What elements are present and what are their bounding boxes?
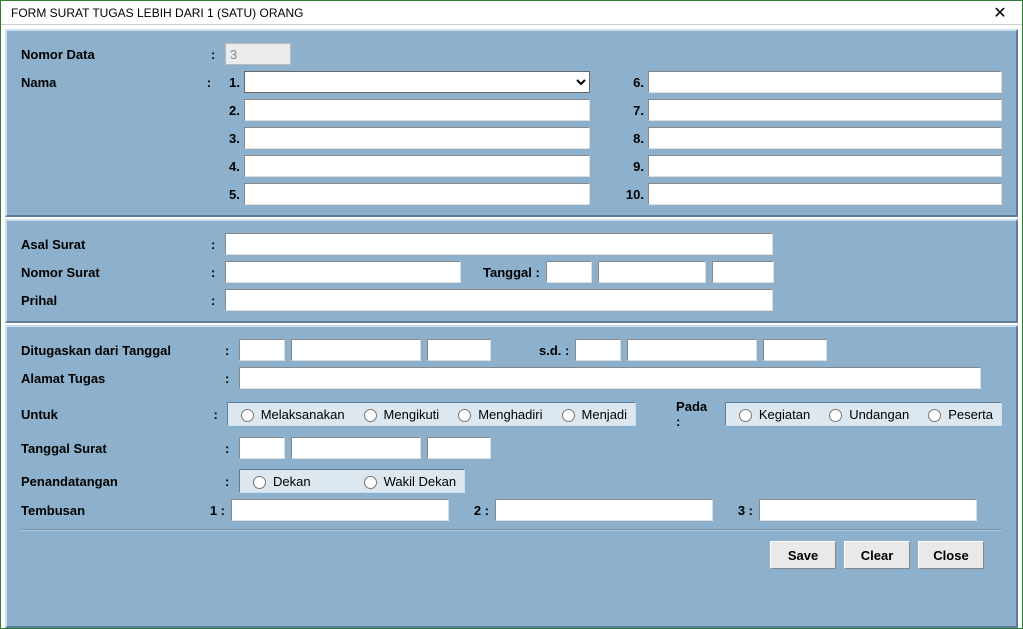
pada-kegiatan[interactable]: Kegiatan — [734, 406, 810, 422]
penandatangan-group: Dekan Wakil Dekan — [239, 469, 465, 493]
nama-2-field[interactable] — [244, 99, 590, 121]
num-4: 4. — [220, 159, 244, 174]
num-8: 8. — [624, 131, 648, 146]
tembusan-label: Tembusan — [21, 503, 201, 518]
sd-label: s.d. : — [533, 343, 575, 358]
dari-d-field[interactable] — [239, 339, 285, 361]
nama-1-combo[interactable] — [244, 71, 590, 93]
window-title: FORM SURAT TUGAS LEBIH DARI 1 (SATU) ORA… — [11, 6, 303, 20]
close-button[interactable]: Close — [918, 541, 984, 569]
prihal-label: Prihal — [21, 293, 211, 308]
alamat-label: Alamat Tugas — [21, 371, 225, 386]
num-6: 6. — [624, 75, 648, 90]
num-3: 3. — [220, 131, 244, 146]
nama-4-field[interactable] — [244, 155, 590, 177]
num-9: 9. — [624, 159, 648, 174]
nama-7-field[interactable] — [648, 99, 1002, 121]
panel-tugas: Ditugaskan dari Tanggal : s.d. : Alamat … — [5, 325, 1018, 628]
tembusan-2-label: 2 : — [449, 503, 495, 518]
alamat-field[interactable] — [239, 367, 981, 389]
penandatangan-wakil[interactable]: Wakil Dekan — [359, 473, 456, 489]
window: FORM SURAT TUGAS LEBIH DARI 1 (SATU) ORA… — [0, 0, 1023, 629]
tanggal-label: Tanggal : — [477, 265, 546, 280]
dari-m-field[interactable] — [291, 339, 421, 361]
nomor-surat-field[interactable] — [225, 261, 461, 283]
separator — [21, 529, 1002, 531]
tembusan-3-label: 3 : — [713, 503, 759, 518]
button-bar: Save Clear Close — [21, 535, 1002, 579]
penandatangan-label: Penandatangan — [21, 474, 225, 489]
panel-surat: Asal Surat : Nomor Surat : Tanggal : Pri… — [5, 219, 1018, 323]
dari-y-field[interactable] — [427, 339, 491, 361]
nama-label: Nama — [21, 75, 207, 90]
sd-d-field[interactable] — [575, 339, 621, 361]
num-5: 5. — [220, 187, 244, 202]
nomor-data-label: Nomor Data — [21, 47, 211, 62]
prihal-field[interactable] — [225, 289, 773, 311]
untuk-label: Untuk — [21, 407, 214, 422]
tembusan-1-label: 1 : — [201, 503, 231, 518]
sd-m-field[interactable] — [627, 339, 757, 361]
pada-group: Kegiatan Undangan Peserta — [725, 402, 1002, 426]
close-icon[interactable]: ✕ — [986, 3, 1014, 23]
nama-8-field[interactable] — [648, 127, 1002, 149]
num-7: 7. — [624, 103, 648, 118]
num-10: 10. — [624, 187, 648, 202]
tglsurat-y-field[interactable] — [427, 437, 491, 459]
untuk-group: Melaksanakan Mengikuti Menghadiri Menjad… — [227, 402, 636, 426]
untuk-menghadiri[interactable]: Menghadiri — [453, 406, 542, 422]
pada-label: Pada : — [670, 399, 719, 429]
tglsurat-label: Tanggal Surat — [21, 441, 225, 456]
nama-6-field[interactable] — [648, 71, 1002, 93]
untuk-menjadi[interactable]: Menjadi — [557, 406, 628, 422]
clear-button[interactable]: Clear — [844, 541, 910, 569]
asal-surat-label: Asal Surat — [21, 237, 211, 252]
titlebar: FORM SURAT TUGAS LEBIH DARI 1 (SATU) ORA… — [1, 1, 1022, 25]
tglsurat-m-field[interactable] — [291, 437, 421, 459]
tembusan-1-field[interactable] — [231, 499, 449, 521]
pada-peserta[interactable]: Peserta — [923, 406, 993, 422]
tglsurat-d-field[interactable] — [239, 437, 285, 459]
save-button[interactable]: Save — [770, 541, 836, 569]
num-2: 2. — [220, 103, 244, 118]
untuk-mengikuti[interactable]: Mengikuti — [359, 406, 440, 422]
penandatangan-dekan[interactable]: Dekan — [248, 473, 311, 489]
tanggal-y-field[interactable] — [712, 261, 774, 283]
nama-9-field[interactable] — [648, 155, 1002, 177]
untuk-melaksanakan[interactable]: Melaksanakan — [236, 406, 345, 422]
pada-undangan[interactable]: Undangan — [824, 406, 909, 422]
ditugaskan-label: Ditugaskan dari Tanggal — [21, 343, 225, 358]
tanggal-d-field[interactable] — [546, 261, 592, 283]
nama-3-field[interactable] — [244, 127, 590, 149]
tembusan-3-field[interactable] — [759, 499, 977, 521]
tembusan-2-field[interactable] — [495, 499, 713, 521]
asal-surat-field[interactable] — [225, 233, 773, 255]
num-1: 1. — [220, 75, 244, 90]
nomor-surat-label: Nomor Surat — [21, 265, 211, 280]
nama-5-field[interactable] — [244, 183, 590, 205]
sd-y-field[interactable] — [763, 339, 827, 361]
tanggal-m-field[interactable] — [598, 261, 706, 283]
nama-10-field[interactable] — [648, 183, 1002, 205]
panel-nama: Nomor Data : Nama : 1. 6. 2. 7. — [5, 29, 1018, 217]
nomor-data-field — [225, 43, 291, 65]
